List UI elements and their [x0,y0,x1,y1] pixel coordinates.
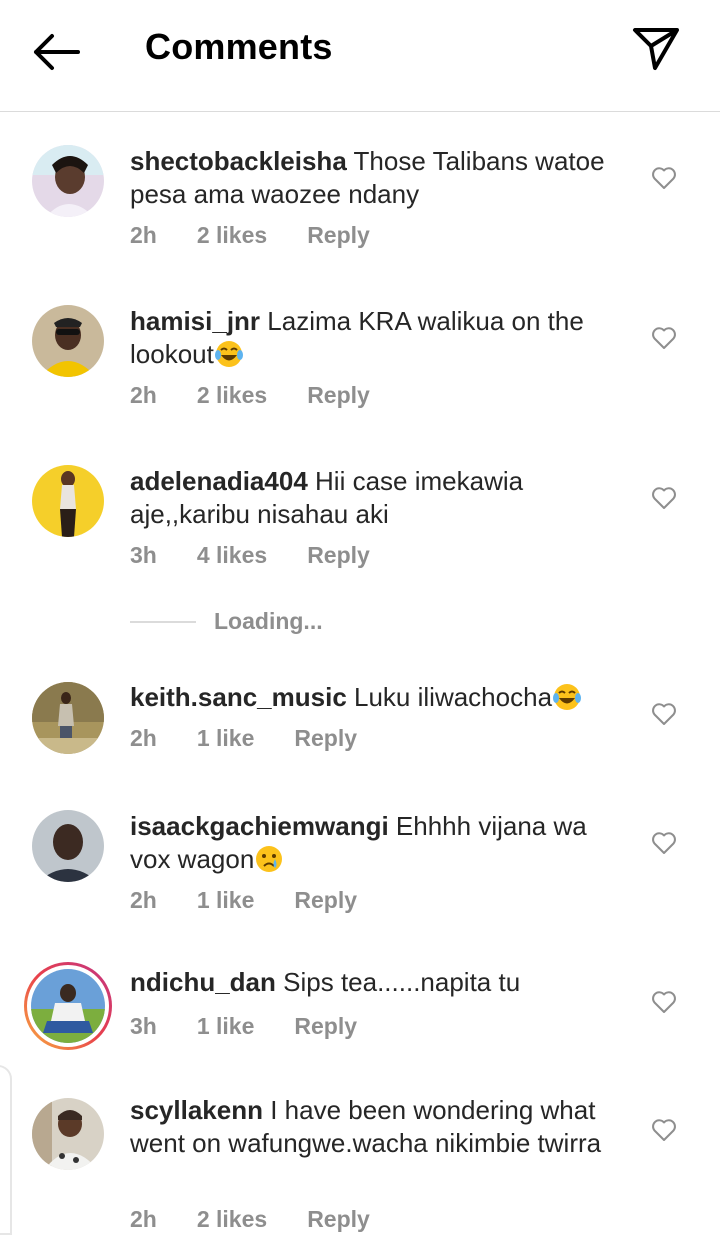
heart-icon[interactable] [651,326,677,350]
comment-meta: 2h 2 likes Reply [130,222,410,249]
comment-time: 3h [130,1013,157,1039]
avatar [31,969,105,1043]
likes-count[interactable]: 2 likes [197,382,267,409]
comment-text: adelenadia404 Hii case imekawia aje,,kar… [130,465,630,531]
likes-count[interactable]: 1 like [197,1013,255,1040]
comment-time: 2h [130,725,157,751]
overlay-edge [0,1065,12,1235]
heart-icon[interactable] [651,990,677,1014]
likes-count[interactable]: 2 likes [197,222,267,249]
top-bar: Comments [0,0,720,112]
heart-icon[interactable] [651,831,677,855]
comment-username[interactable]: scyllakenn [130,1095,263,1125]
avatar[interactable] [32,305,104,377]
crying-emoji [256,846,283,872]
comment-meta: 2h 2 likes Reply [130,382,410,409]
comment-meta: 3h 4 likes Reply [130,542,410,569]
heart-icon[interactable] [651,702,677,726]
comment-username[interactable]: hamisi_jnr [130,306,260,336]
reply-button[interactable]: Reply [307,382,370,409]
avatar[interactable] [32,682,104,754]
share-button[interactable] [628,24,684,72]
comment-username[interactable]: ndichu_dan [130,967,276,997]
comment-message: Sips tea......napita tu [283,967,521,997]
comment-message: Luku iliwachocha [354,682,553,712]
comment-time: 2h [130,1206,157,1232]
comment-meta: 2h 1 like Reply [130,725,397,752]
heart-icon[interactable] [651,166,677,190]
heart-icon[interactable] [651,1118,677,1142]
reply-button[interactable]: Reply [307,222,370,249]
back-button[interactable] [30,30,82,74]
likes-count[interactable]: 2 likes [197,1206,267,1233]
comment-text: scyllakenn I have been wondering what we… [130,1094,630,1160]
comment-text: keith.sanc_music Luku iliwachocha [130,681,630,714]
comment-meta: 3h 1 like Reply [130,1013,397,1040]
likes-count[interactable]: 1 like [197,725,255,752]
comment-meta: 2h 1 like Reply [130,887,397,914]
comment-username[interactable]: shectobackleisha [130,146,347,176]
loading-indicator: Loading... [130,608,323,635]
reply-button[interactable]: Reply [307,542,370,569]
avatar[interactable] [32,1098,104,1170]
heart-icon[interactable] [651,486,677,510]
paper-plane-icon [633,28,679,70]
comment-text: shectobackleisha Those Talibans watoe pe… [130,145,630,211]
reply-button[interactable]: Reply [307,1206,370,1233]
story-ring [27,965,109,1047]
reply-button[interactable]: Reply [294,1013,357,1040]
comment-time: 2h [130,222,157,248]
avatar[interactable] [32,465,104,537]
avatar[interactable] [32,145,104,217]
page-title: Comments [145,26,333,67]
comment-text: hamisi_jnr Lazima KRA walikua on the loo… [130,305,630,371]
likes-count[interactable]: 1 like [197,887,255,914]
loading-divider [130,620,196,623]
avatar[interactable] [32,810,104,882]
reply-button[interactable]: Reply [294,725,357,752]
comment-time: 2h [130,887,157,913]
comment-meta: 2h 2 likes Reply [130,1206,410,1233]
comment-username[interactable]: isaackgachiemwangi [130,811,389,841]
likes-count[interactable]: 4 likes [197,542,267,569]
comment-time: 3h [130,542,157,568]
arrow-left-icon [34,34,80,70]
comment-time: 2h [130,382,157,408]
comment-text: isaackgachiemwangi Ehhhh vijana wa vox w… [130,810,630,876]
comment-username[interactable]: keith.sanc_music [130,682,347,712]
story-avatar[interactable] [24,962,112,1050]
comment-text: ndichu_dan Sips tea......napita tu [130,966,630,999]
comment-username[interactable]: adelenadia404 [130,466,308,496]
reply-button[interactable]: Reply [294,887,357,914]
loading-label: Loading... [214,608,323,634]
laughing-tears-emoji [553,684,582,710]
laughing-tears-emoji [214,341,243,367]
